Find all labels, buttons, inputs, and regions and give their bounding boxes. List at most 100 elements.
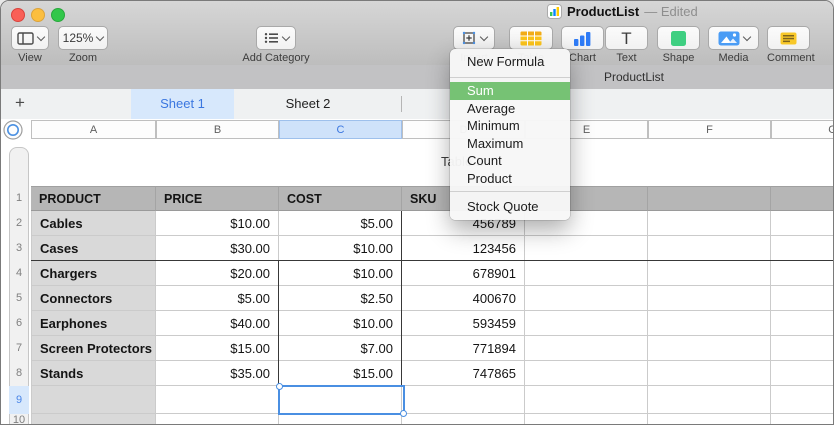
table-cell[interactable]	[648, 414, 771, 424]
table-cell[interactable]: $35.00	[156, 361, 279, 386]
insert-button[interactable]	[453, 26, 495, 50]
add-sheet-button[interactable]: +	[7, 89, 33, 119]
table-cell[interactable]	[525, 336, 648, 361]
table-cell[interactable]: $7.00	[279, 336, 402, 361]
selection-handle-bottom-right[interactable]	[400, 410, 407, 417]
menu-item-stock-quote[interactable]: Stock Quote	[450, 196, 570, 218]
table-cell[interactable]	[402, 414, 525, 424]
table-cell[interactable]	[31, 386, 156, 414]
table-cell[interactable]	[525, 386, 648, 414]
row-header-5[interactable]: 5	[9, 286, 29, 311]
menu-item-minimum[interactable]: Minimum	[450, 117, 570, 135]
row-header-2[interactable]: 2	[9, 211, 29, 236]
selected-cell-C9[interactable]	[276, 383, 407, 417]
table-header-cell[interactable]: PRICE	[156, 186, 279, 211]
table-cell[interactable]: 747865	[402, 361, 525, 386]
row-header-9[interactable]: 9	[9, 386, 29, 414]
table-cell[interactable]: Cables	[31, 211, 156, 236]
table-cell[interactable]: $40.00	[156, 311, 279, 336]
table-cell[interactable]: Screen Protectors	[31, 336, 156, 361]
row-header-4[interactable]: 4	[9, 261, 29, 286]
table-cell[interactable]	[156, 386, 279, 414]
table-cell[interactable]	[648, 311, 771, 336]
table-cell[interactable]	[771, 286, 833, 311]
table-cell[interactable]: 123456	[402, 236, 525, 261]
table-cell[interactable]	[771, 236, 833, 261]
row-header-7[interactable]: 7	[9, 336, 29, 361]
table-cell[interactable]: 678901	[402, 261, 525, 286]
table-button[interactable]	[509, 26, 553, 50]
table-cell[interactable]: $20.00	[156, 261, 279, 286]
table-cell[interactable]: $30.00	[156, 236, 279, 261]
table-cell[interactable]: Chargers	[31, 261, 156, 286]
table-cell[interactable]	[771, 211, 833, 236]
menu-item-count[interactable]: Count	[450, 152, 570, 170]
table-cell[interactable]	[648, 211, 771, 236]
table-header-cell[interactable]: COST	[279, 186, 402, 211]
table-cell[interactable]: $10.00	[279, 261, 402, 286]
table-cell[interactable]: $10.00	[279, 236, 402, 261]
row-header-8[interactable]: 8	[9, 361, 29, 386]
table-cell[interactable]	[31, 414, 156, 424]
table-cell[interactable]: $5.00	[156, 286, 279, 311]
media-button[interactable]	[708, 26, 759, 50]
table-cell[interactable]: $15.00	[279, 361, 402, 386]
table-cell[interactable]	[648, 361, 771, 386]
view-button[interactable]	[11, 26, 49, 50]
column-header-G[interactable]: G	[771, 120, 833, 139]
table-header-cell[interactable]	[648, 186, 771, 211]
table-cell[interactable]: Cases	[31, 236, 156, 261]
menu-item-maximum[interactable]: Maximum	[450, 135, 570, 153]
table-cell[interactable]	[771, 261, 833, 286]
menu-item-product[interactable]: Product	[450, 170, 570, 188]
comment-button[interactable]	[767, 26, 810, 50]
table-cell[interactable]	[771, 311, 833, 336]
table-cell[interactable]	[525, 414, 648, 424]
minimize-window-button[interactable]	[31, 8, 45, 22]
row-header-6[interactable]: 6	[9, 311, 29, 336]
table-header-cell[interactable]	[771, 186, 833, 211]
table-cell[interactable]	[156, 414, 279, 424]
table-cell[interactable]: 593459	[402, 311, 525, 336]
column-header-B[interactable]: B	[156, 120, 279, 139]
row-header-10[interactable]: 10	[9, 414, 29, 424]
table-cell[interactable]	[525, 261, 648, 286]
table-cell[interactable]: $5.00	[279, 211, 402, 236]
table-cell[interactable]	[525, 361, 648, 386]
zoom-window-button[interactable]	[51, 8, 65, 22]
table-cell[interactable]	[771, 361, 833, 386]
table-cell[interactable]	[771, 336, 833, 361]
table-cell[interactable]	[648, 236, 771, 261]
row-header-3[interactable]: 3	[9, 236, 29, 261]
table-title[interactable]: Table 1	[31, 154, 833, 169]
table-cell[interactable]	[525, 286, 648, 311]
menu-item-average[interactable]: Average	[450, 100, 570, 118]
table-cell[interactable]	[648, 386, 771, 414]
row-header-1[interactable]: 1	[9, 186, 29, 211]
table-cell[interactable]: $2.50	[279, 286, 402, 311]
chart-button[interactable]	[561, 26, 604, 50]
column-header-A[interactable]: A	[31, 120, 156, 139]
table-cell[interactable]: Connectors	[31, 286, 156, 311]
table-cell[interactable]	[525, 311, 648, 336]
close-window-button[interactable]	[11, 8, 25, 22]
menu-item-sum[interactable]: Sum	[450, 82, 570, 100]
table-cell[interactable]: Stands	[31, 361, 156, 386]
table-cell[interactable]	[771, 414, 833, 424]
column-header-C[interactable]: C	[279, 120, 402, 139]
table-cell[interactable]: $10.00	[279, 311, 402, 336]
table-cell[interactable]	[525, 236, 648, 261]
sheet-tab-2[interactable]: Sheet 2	[234, 89, 382, 119]
add-category-button[interactable]	[256, 26, 296, 50]
table-header-cell[interactable]: PRODUCT	[31, 186, 156, 211]
table-cell[interactable]: $10.00	[156, 211, 279, 236]
table-handle-icon[interactable]	[3, 120, 23, 140]
sheet-tab-1[interactable]: Sheet 1	[131, 89, 234, 119]
menu-item-new-formula[interactable]: New Formula	[450, 51, 570, 73]
table-cell[interactable]	[648, 286, 771, 311]
shape-button[interactable]	[657, 26, 700, 50]
table-cell[interactable]: $15.00	[156, 336, 279, 361]
table-cell[interactable]: Earphones	[31, 311, 156, 336]
table-cell[interactable]	[648, 336, 771, 361]
table-cell[interactable]: 771894	[402, 336, 525, 361]
